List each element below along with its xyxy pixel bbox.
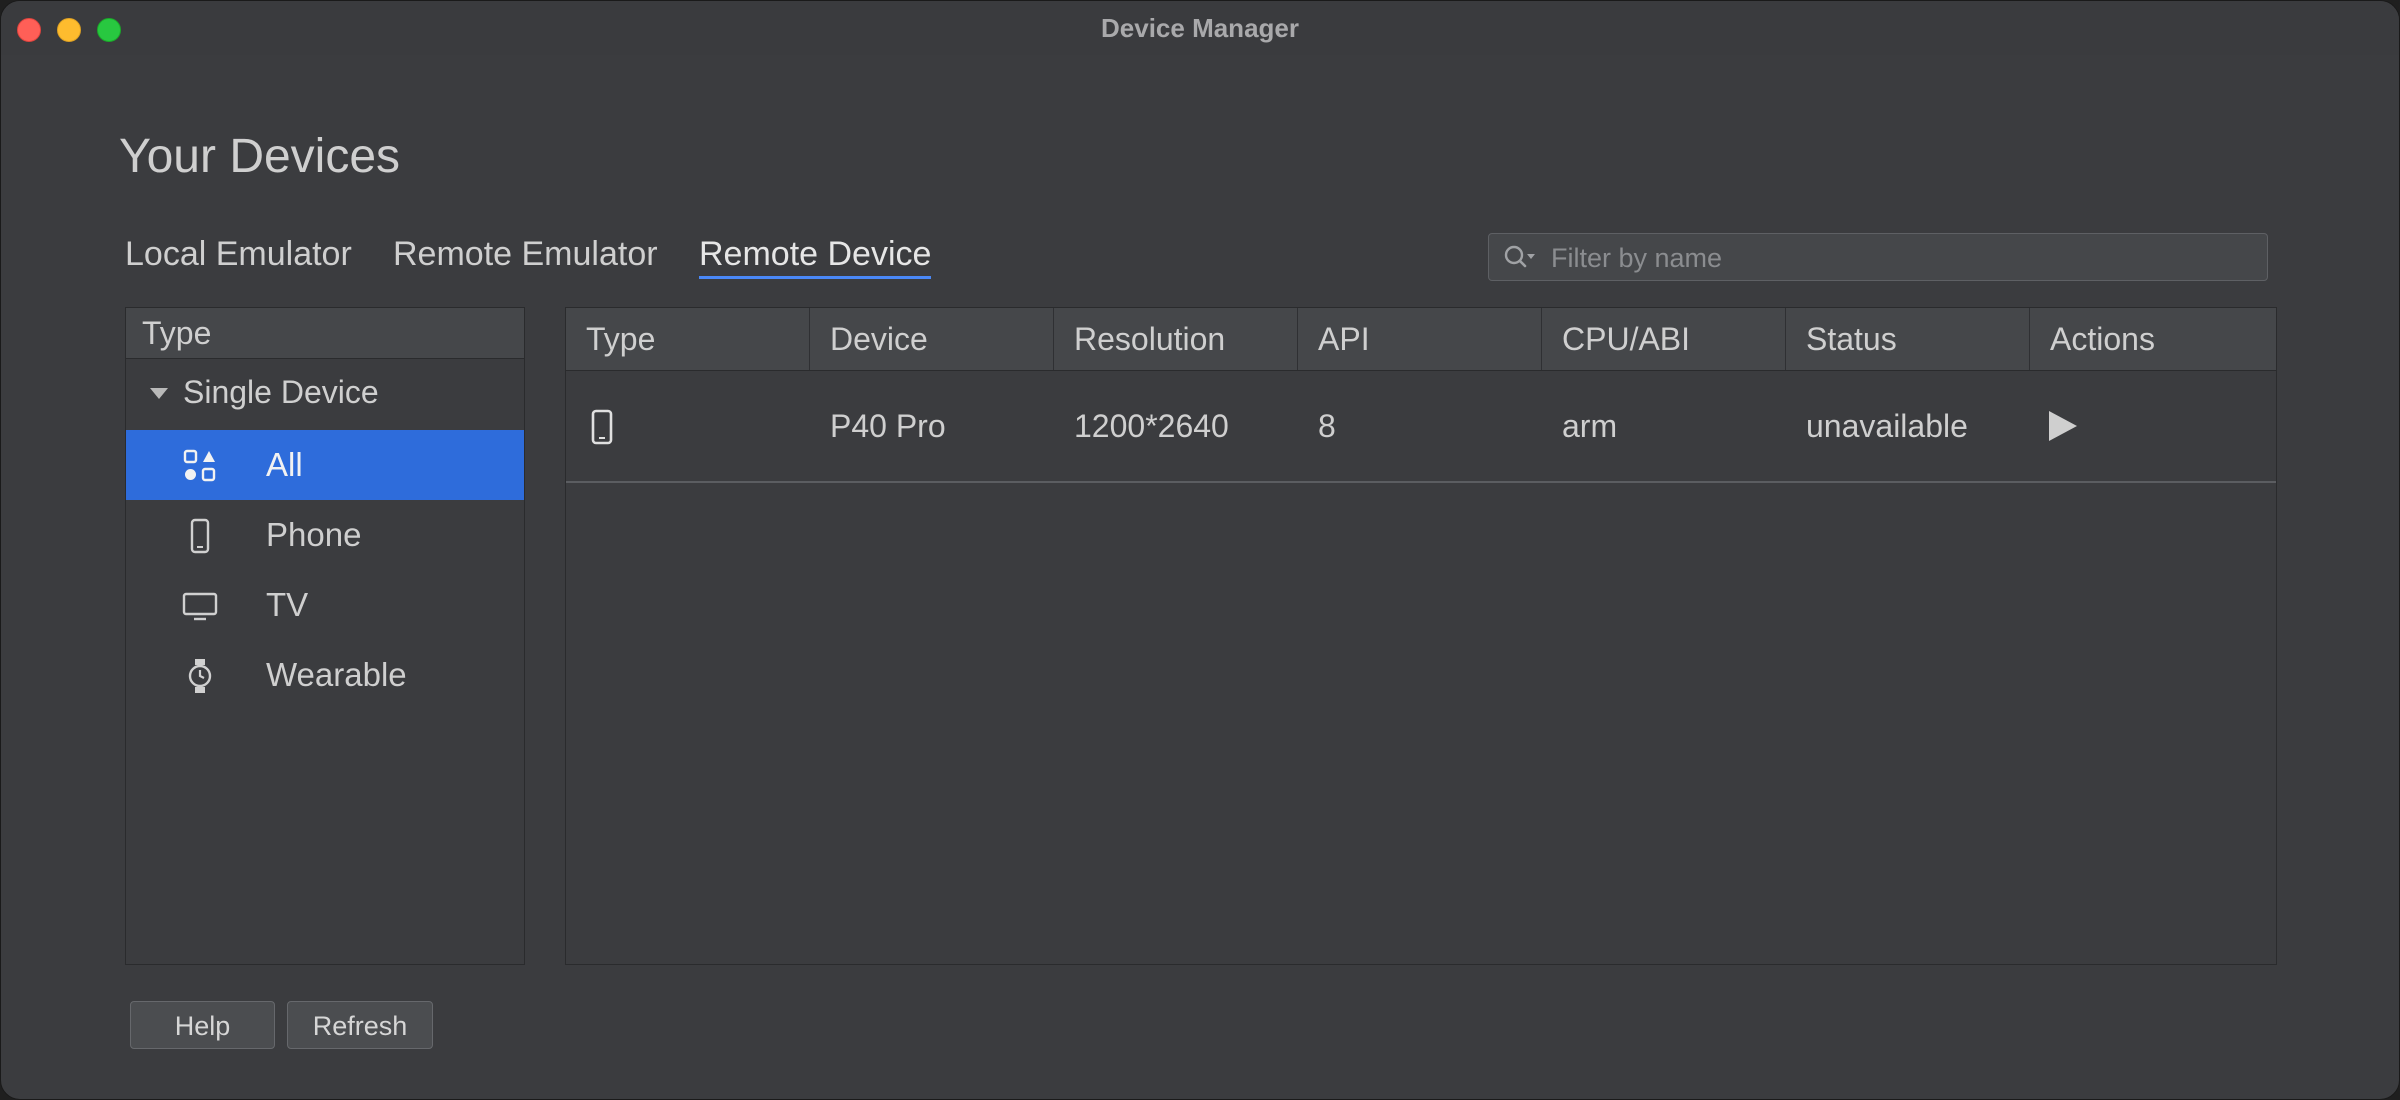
play-icon[interactable] bbox=[2049, 411, 2077, 441]
sidebar-item-all[interactable]: All bbox=[126, 430, 524, 500]
tab-remote-device[interactable]: Remote Device bbox=[699, 235, 932, 279]
all-types-icon bbox=[183, 449, 216, 482]
column-header-actions[interactable]: Actions bbox=[2030, 308, 2276, 370]
device-name-cell: P40 Pro bbox=[830, 408, 946, 444]
sidebar-item-label: Wearable bbox=[266, 656, 407, 693]
tab-remote-emulator[interactable]: Remote Emulator bbox=[393, 235, 658, 274]
table-header: Type Device Resolution API CPU/ABI Statu… bbox=[566, 308, 2276, 371]
sidebar-item-label: Phone bbox=[266, 516, 362, 553]
refresh-button[interactable]: Refresh bbox=[287, 1001, 433, 1049]
table-row[interactable]: P40 Pro 1200*2640 8 arm unavailable bbox=[566, 371, 2276, 483]
sidebar-item-label: All bbox=[266, 446, 303, 483]
tv-icon bbox=[182, 592, 218, 621]
sidebar-item-wearable[interactable]: Wearable bbox=[126, 640, 524, 710]
column-header-cpu-abi[interactable]: CPU/ABI bbox=[1542, 308, 1786, 370]
filter-search-box[interactable] bbox=[1488, 233, 2268, 281]
single-device-group[interactable]: Single Device bbox=[126, 364, 524, 420]
filter-by-name-input[interactable] bbox=[1549, 240, 2253, 276]
sidebar-header: Type bbox=[126, 308, 524, 359]
api-cell: 8 bbox=[1318, 408, 1336, 444]
devices-table: Type Device Resolution API CPU/ABI Statu… bbox=[565, 307, 2277, 965]
column-header-api[interactable]: API bbox=[1298, 308, 1542, 370]
cpu-abi-cell: arm bbox=[1562, 408, 1618, 444]
help-button[interactable]: Help bbox=[130, 1001, 275, 1049]
phone-icon bbox=[591, 409, 613, 445]
group-label: Single Device bbox=[183, 374, 379, 410]
sidebar-item-phone[interactable]: Phone bbox=[126, 500, 524, 570]
column-header-status[interactable]: Status bbox=[1786, 308, 2030, 370]
sidebar-item-label: TV bbox=[266, 586, 309, 623]
phone-icon bbox=[190, 518, 210, 554]
type-sidebar: Type Single Device All Phone TV Wearable bbox=[125, 307, 525, 965]
status-cell: unavailable bbox=[1806, 408, 1968, 444]
title-bar: Device Manager bbox=[1, 1, 2399, 55]
resolution-cell: 1200*2640 bbox=[1074, 408, 1229, 444]
page-title: Your Devices bbox=[119, 130, 401, 183]
window-title: Device Manager bbox=[1101, 13, 1299, 43]
watch-icon bbox=[188, 659, 212, 693]
column-header-resolution[interactable]: Resolution bbox=[1054, 308, 1298, 370]
column-header-type[interactable]: Type bbox=[566, 308, 810, 370]
search-icon[interactable] bbox=[1503, 244, 1537, 270]
tab-local-emulator[interactable]: Local Emulator bbox=[125, 235, 352, 274]
expand-triangle-icon[interactable] bbox=[150, 388, 168, 399]
device-manager-window: Device Manager Your Devices Local Emulat… bbox=[0, 0, 2400, 1100]
column-header-device[interactable]: Device bbox=[810, 308, 1054, 370]
sidebar-item-tv[interactable]: TV bbox=[126, 570, 524, 640]
